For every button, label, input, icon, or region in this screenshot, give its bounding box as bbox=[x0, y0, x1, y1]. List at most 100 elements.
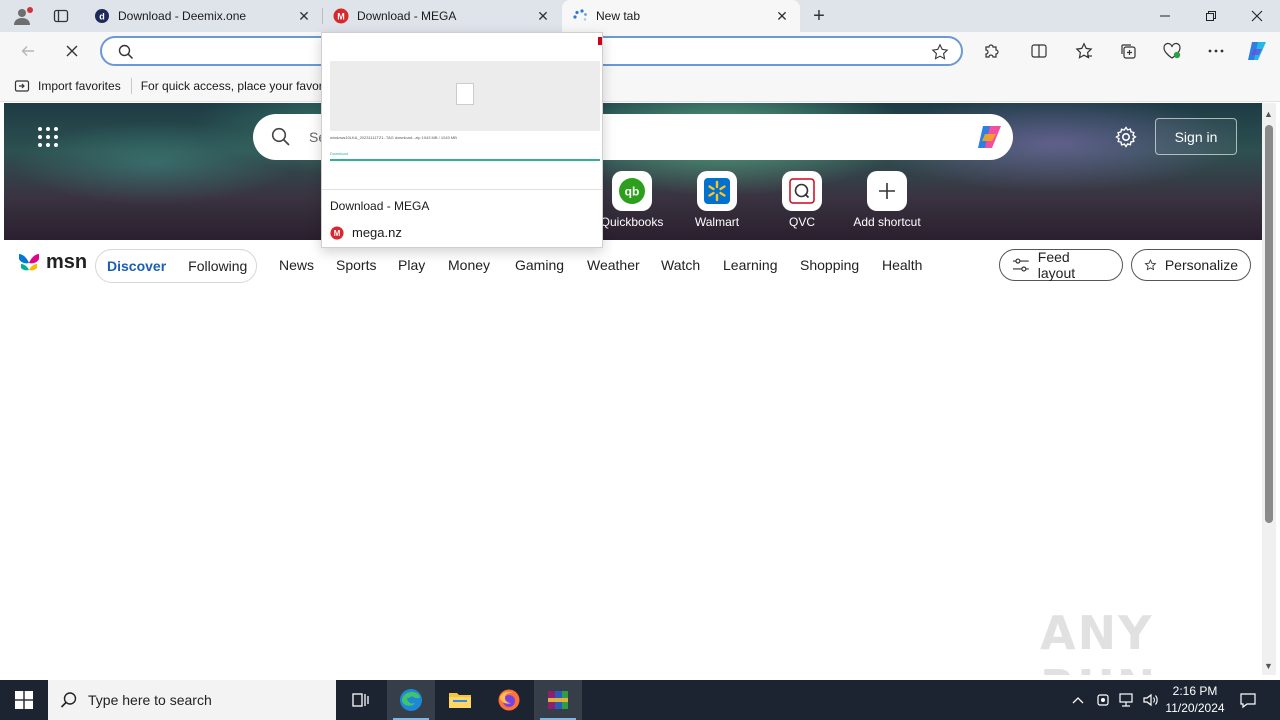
back-button[interactable] bbox=[14, 37, 42, 65]
scroll-up-arrow-icon[interactable]: ▲ bbox=[1264, 109, 1273, 119]
tab-mega[interactable]: M Download - MEGA ✕ bbox=[323, 0, 561, 32]
close-tab-icon[interactable]: ✕ bbox=[296, 8, 312, 24]
volume-button[interactable] bbox=[1140, 680, 1162, 720]
preview-url-text: mega.nz bbox=[352, 225, 402, 240]
mega-favicon-icon: M bbox=[333, 8, 349, 24]
speaker-icon bbox=[1143, 693, 1158, 707]
import-icon bbox=[14, 79, 30, 92]
minimize-button[interactable] bbox=[1142, 0, 1188, 32]
shortcut-quickbooks[interactable]: qb Quickbooks bbox=[592, 171, 672, 229]
firefox-icon bbox=[498, 689, 520, 711]
file-icon bbox=[456, 83, 474, 105]
svg-text:M: M bbox=[334, 229, 341, 238]
plus-icon bbox=[867, 171, 907, 211]
clock-date: 11/20/2024 bbox=[1165, 701, 1225, 715]
collections-icon bbox=[1121, 44, 1136, 59]
close-window-button[interactable] bbox=[1234, 0, 1280, 32]
personalize-button[interactable]: Personalize bbox=[1131, 249, 1251, 281]
usb-device-icon bbox=[1097, 694, 1109, 706]
nav-weather[interactable]: Weather bbox=[587, 257, 640, 273]
msn-logo[interactable]: msn bbox=[16, 250, 87, 274]
app-launcher-icon[interactable] bbox=[38, 127, 58, 147]
shortcut-add[interactable]: Add shortcut bbox=[847, 171, 927, 229]
tab-actions-icon bbox=[53, 9, 69, 23]
feed-toggle: Discover Following bbox=[95, 249, 257, 283]
walmart-icon bbox=[697, 171, 737, 211]
settings-menu-button[interactable] bbox=[1202, 37, 1230, 65]
copilot-button[interactable] bbox=[1243, 37, 1271, 65]
close-tab-icon[interactable]: ✕ bbox=[535, 8, 551, 24]
close-tab-icon[interactable]: ✕ bbox=[774, 8, 790, 24]
start-button[interactable] bbox=[0, 680, 48, 720]
edge-icon bbox=[400, 689, 422, 711]
nav-learning[interactable]: Learning bbox=[723, 257, 778, 273]
search-icon bbox=[271, 127, 290, 146]
extensions-button[interactable] bbox=[977, 37, 1005, 65]
gear-icon[interactable] bbox=[1114, 125, 1138, 149]
tab-actions-button[interactable] bbox=[48, 4, 74, 28]
qvc-icon bbox=[782, 171, 822, 211]
shortcut-qvc[interactable]: QVC bbox=[762, 171, 842, 229]
favorites-star-icon bbox=[1075, 42, 1093, 59]
split-screen-button[interactable] bbox=[1025, 37, 1053, 65]
taskbar-clock[interactable]: 2:16 PM 11/20/2024 bbox=[1160, 683, 1230, 717]
browser-essentials-button[interactable] bbox=[1158, 37, 1186, 65]
feed-layout-button[interactable]: Feed layout bbox=[999, 249, 1123, 281]
shortcut-walmart[interactable]: Walmart bbox=[677, 171, 757, 229]
task-view-button[interactable] bbox=[336, 680, 384, 720]
new-tab-button[interactable]: + bbox=[808, 4, 830, 28]
nav-shopping[interactable]: Shopping bbox=[800, 257, 859, 273]
tab-new-tab[interactable]: New tab ✕ bbox=[562, 0, 800, 32]
thumbnail-progress-bar bbox=[330, 159, 600, 161]
scroll-down-arrow-icon[interactable]: ▼ bbox=[1264, 661, 1273, 671]
close-icon bbox=[1251, 10, 1263, 22]
tab-following[interactable]: Following bbox=[177, 258, 258, 274]
copilot-icon[interactable] bbox=[975, 122, 1005, 152]
show-hidden-icons-button[interactable] bbox=[1068, 680, 1088, 720]
back-arrow-icon bbox=[21, 46, 34, 56]
taskbar-search[interactable]: Type here to search bbox=[48, 680, 336, 720]
network-button[interactable] bbox=[1116, 680, 1138, 720]
taskbar-winrar[interactable] bbox=[534, 680, 582, 720]
nav-play[interactable]: Play bbox=[398, 257, 425, 273]
sign-in-button[interactable]: Sign in bbox=[1155, 118, 1237, 155]
tab-title: New tab bbox=[596, 9, 641, 23]
mega-favicon-icon: M bbox=[330, 225, 344, 240]
taskbar-firefox[interactable] bbox=[485, 680, 533, 720]
tab-title: Download - MEGA bbox=[357, 9, 457, 23]
tab-discover[interactable]: Discover bbox=[96, 258, 177, 274]
nav-sports[interactable]: Sports bbox=[336, 257, 376, 273]
nav-news[interactable]: News bbox=[279, 257, 314, 273]
favorites-button[interactable] bbox=[1070, 37, 1098, 65]
page-scrollbar[interactable]: ▲ ▼ bbox=[1262, 103, 1276, 675]
search-icon bbox=[60, 692, 77, 708]
browser-toolbar bbox=[0, 32, 1280, 70]
puzzle-icon bbox=[985, 44, 999, 58]
nav-gaming[interactable]: Gaming bbox=[515, 257, 564, 273]
restore-button[interactable] bbox=[1188, 0, 1234, 32]
nav-money[interactable]: Money bbox=[448, 257, 490, 273]
minimize-icon bbox=[1160, 15, 1170, 17]
shortcut-label: Walmart bbox=[694, 215, 740, 229]
taskbar-file-explorer[interactable] bbox=[436, 680, 484, 720]
task-view-icon bbox=[352, 693, 369, 707]
tab-deemix[interactable]: d Download - Deemix.one ✕ bbox=[84, 0, 322, 32]
msn-navigation: msn Discover Following News Sports Play … bbox=[4, 240, 1262, 290]
scrollbar-thumb[interactable] bbox=[1265, 125, 1273, 523]
import-favorites-label: Import favorites bbox=[38, 78, 121, 93]
tray-device-icon-button[interactable] bbox=[1092, 680, 1114, 720]
svg-text:M: M bbox=[337, 12, 345, 22]
favorites-hint-text: For quick access, place your favori bbox=[140, 78, 326, 93]
import-favorites-button[interactable]: Import favorites bbox=[14, 78, 121, 94]
taskbar-edge[interactable] bbox=[387, 680, 435, 720]
profile-button[interactable] bbox=[8, 4, 36, 28]
notifications-button[interactable] bbox=[1236, 680, 1260, 720]
stop-loading-button[interactable] bbox=[58, 37, 86, 65]
nav-watch[interactable]: Watch bbox=[661, 257, 700, 273]
shortcut-label: Add shortcut bbox=[853, 215, 921, 229]
favorite-star-icon[interactable] bbox=[931, 43, 949, 61]
collections-button[interactable] bbox=[1114, 37, 1142, 65]
notification-icon bbox=[1240, 693, 1256, 709]
nav-health[interactable]: Health bbox=[882, 257, 922, 273]
favorites-bar: Import favorites For quick access, place… bbox=[0, 70, 1280, 102]
